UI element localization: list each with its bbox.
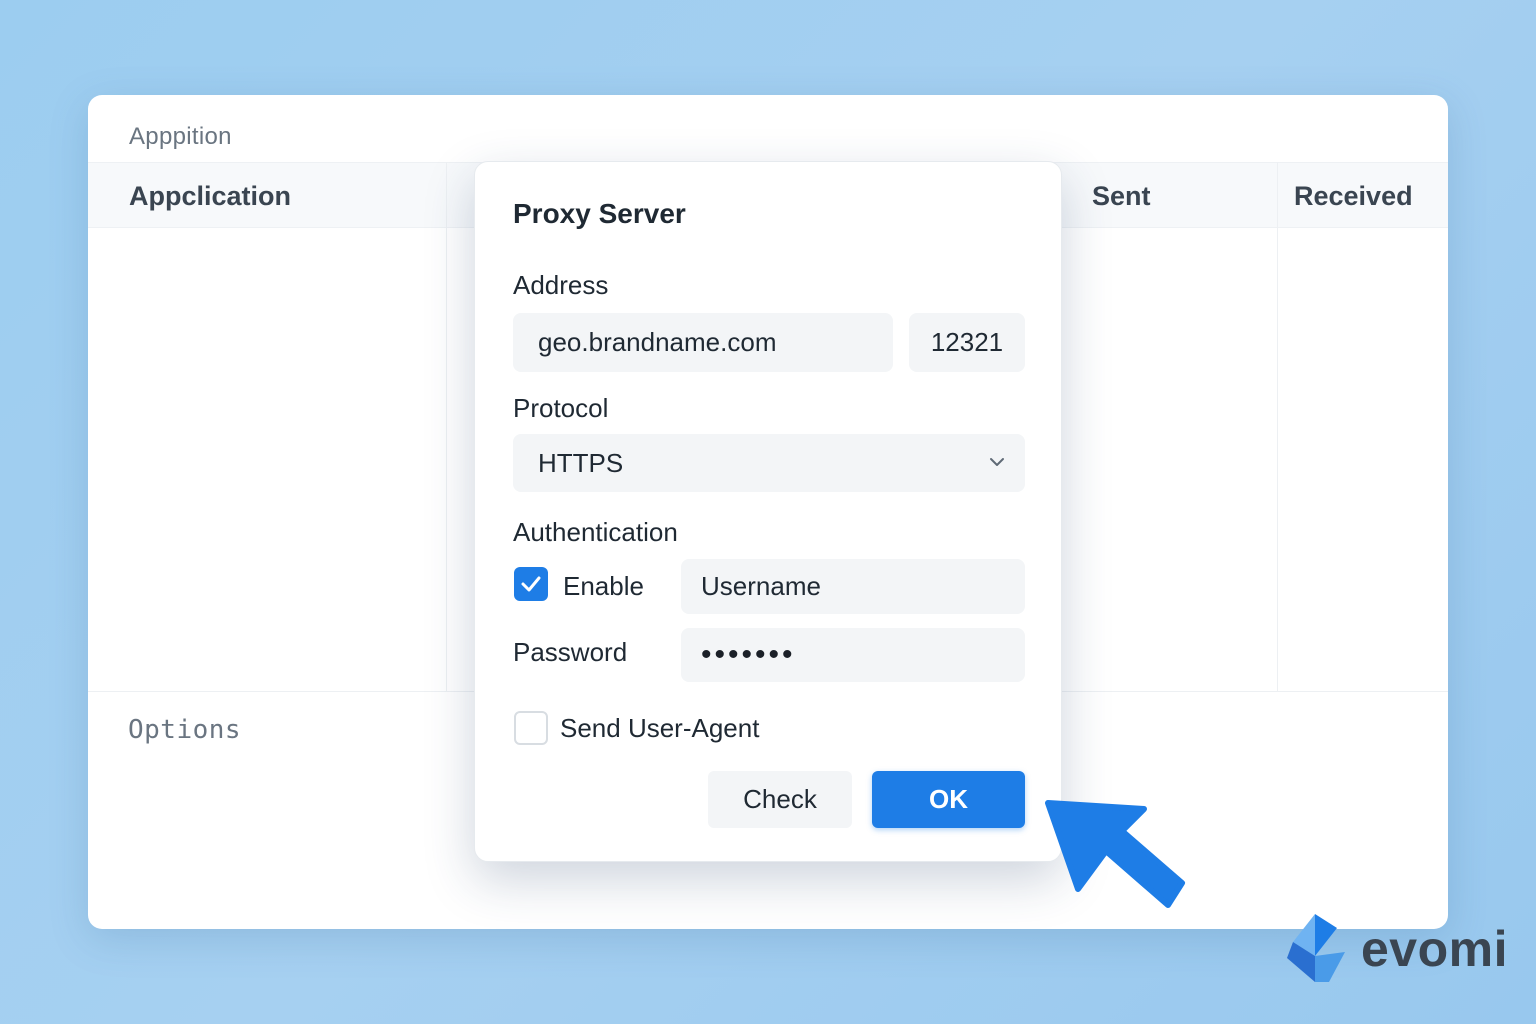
logo-text: evomi [1361,921,1509,977]
address-label: Address [513,270,609,300]
evomi-logo: evomi [1285,912,1515,992]
ok-button[interactable]: OK [872,771,1025,828]
send-user-agent-checkbox[interactable] [514,711,548,745]
options-section-label: Options [128,715,242,745]
send-user-agent-label[interactable]: Send User-Agent [560,713,759,744]
username-input[interactable]: Username [681,559,1025,614]
column-header-received[interactable]: Received [1294,163,1413,229]
password-input-value: ••••••• [701,638,796,671]
protocol-label: Protocol [513,393,609,423]
column-divider [1277,162,1278,692]
port-input[interactable]: 12321 [909,313,1025,372]
column-divider [446,162,447,692]
address-input[interactable]: geo.brandname.com [513,313,893,372]
window-title: Apppition [129,123,232,150]
column-header-application[interactable]: Appclication [129,163,291,229]
column-header-sent[interactable]: Sent [1092,163,1151,229]
address-input-value: geo.brandname.com [538,327,777,357]
password-input[interactable]: ••••••• [681,628,1025,682]
evomi-logo-icon [1287,914,1345,982]
dialog-title: Proxy Server [513,198,686,229]
cursor-arrow-icon [1045,800,1185,908]
username-input-value: Username [701,571,821,601]
protocol-select[interactable]: HTTPS [513,434,1025,492]
proxy-server-dialog: Proxy Server Address geo.brandname.com 1… [474,161,1062,862]
enable-auth-checkbox[interactable] [514,567,548,601]
protocol-select-value: HTTPS [538,447,624,478]
enable-auth-label[interactable]: Enable [563,571,644,602]
checkmark-icon [521,576,541,592]
authentication-label: Authentication [513,517,678,547]
password-label: Password [513,637,628,667]
port-input-value: 12321 [930,327,1004,357]
chevron-down-icon [990,458,1004,466]
check-button[interactable]: Check [708,771,852,828]
